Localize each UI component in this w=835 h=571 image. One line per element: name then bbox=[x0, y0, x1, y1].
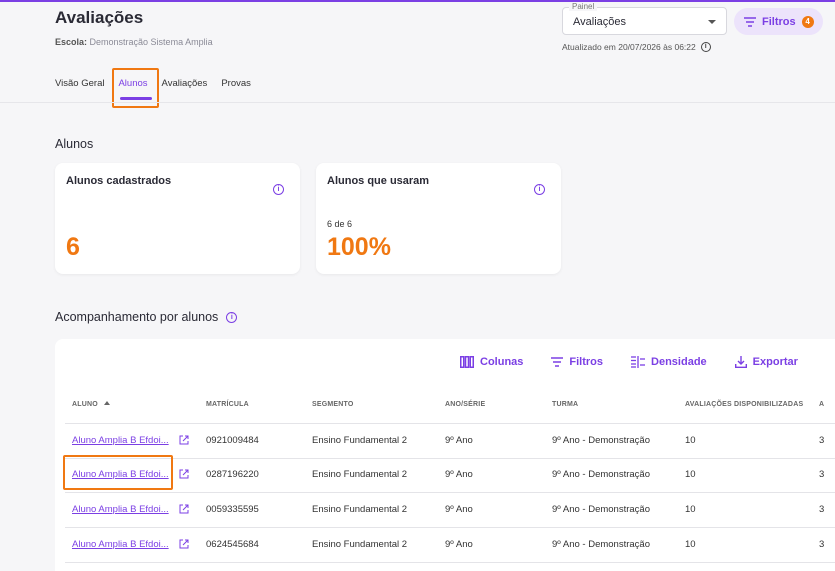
info-icon[interactable]: i bbox=[273, 184, 284, 195]
table-filters-button[interactable]: Filtros bbox=[551, 356, 603, 368]
row-divider bbox=[65, 458, 835, 459]
school-value: Demonstração Sistema Amplia bbox=[89, 37, 213, 47]
column-header-turma[interactable]: TURMA bbox=[552, 401, 578, 408]
table-toolbar: Colunas Filtros Densidade Exportar bbox=[460, 356, 798, 368]
card-alunos-que-usaram: Alunos que usaram i 6 de 6 100% bbox=[316, 163, 561, 274]
card-alunos-cadastrados: Alunos cadastrados i 6 bbox=[55, 163, 300, 274]
turma-cell: 9º Ano - Demonstração bbox=[552, 539, 650, 550]
avaliacoes-cell: 10 bbox=[685, 539, 696, 550]
card-title: Alunos que usaram bbox=[327, 175, 430, 187]
export-label: Exportar bbox=[752, 356, 798, 368]
extra-cell: 3 bbox=[819, 504, 825, 515]
matricula-cell: 0059335595 bbox=[206, 504, 259, 515]
columns-icon bbox=[460, 356, 474, 368]
filters-count-badge: 4 bbox=[801, 15, 814, 28]
segmento-cell: Ensino Fundamental 2 bbox=[312, 504, 408, 515]
columns-label: Colunas bbox=[480, 356, 524, 368]
ano-cell: 9º Ano bbox=[445, 469, 473, 480]
row-divider bbox=[65, 562, 835, 563]
external-link-icon[interactable] bbox=[179, 539, 189, 549]
avaliacoes-cell: 10 bbox=[685, 435, 696, 446]
column-header-matricula[interactable]: MATRÍCULA bbox=[206, 401, 249, 408]
external-link-icon[interactable] bbox=[179, 504, 189, 514]
extra-cell: 3 bbox=[819, 539, 825, 550]
info-icon[interactable]: i bbox=[534, 184, 545, 195]
extra-cell: 3 bbox=[819, 469, 825, 480]
ano-cell: 9º Ano bbox=[445, 504, 473, 515]
panel-select-value: Avaliações bbox=[573, 16, 626, 28]
column-header-segmento[interactable]: SEGMENTO bbox=[312, 401, 354, 408]
segmento-cell: Ensino Fundamental 2 bbox=[312, 539, 408, 550]
tab-provas[interactable]: Provas bbox=[221, 78, 251, 89]
column-header-ano-serie[interactable]: ANO/SÉRIE bbox=[445, 401, 485, 408]
top-accent-line bbox=[0, 0, 835, 2]
external-link-icon[interactable] bbox=[179, 435, 189, 445]
card-value: 100% bbox=[327, 233, 391, 261]
panel-select-label: Painel bbox=[569, 2, 598, 11]
avaliacoes-cell: 10 bbox=[685, 504, 696, 515]
export-button[interactable]: Exportar bbox=[734, 356, 798, 368]
school-info: Escola: Demonstração Sistema Amplia bbox=[55, 37, 213, 47]
row-divider bbox=[65, 492, 835, 493]
download-icon bbox=[734, 356, 747, 368]
turma-cell: 9º Ano - Demonstração bbox=[552, 469, 650, 480]
filter-icon bbox=[551, 357, 564, 367]
filters-button-label: Filtros bbox=[762, 15, 796, 28]
turma-cell: 9º Ano - Demonstração bbox=[552, 504, 650, 515]
filters-label: Filtros bbox=[569, 356, 604, 368]
external-link-icon[interactable] bbox=[179, 469, 189, 479]
ano-cell: 9º Ano bbox=[445, 435, 473, 446]
student-name-link[interactable]: Aluno Amplia B Efdoi... bbox=[72, 539, 169, 550]
section-title-acompanhamento: Acompanhamento por alunos i bbox=[55, 310, 238, 324]
section-title-alunos: Alunos bbox=[55, 137, 94, 151]
tabs-bar: Visão Geral Alunos Avaliações Provas bbox=[55, 78, 265, 89]
sort-ascending-icon bbox=[103, 401, 110, 405]
row-divider bbox=[65, 527, 835, 528]
columns-button[interactable]: Colunas bbox=[460, 356, 523, 368]
info-icon[interactable]: i bbox=[226, 311, 238, 323]
tab-avaliacoes[interactable]: Avaliações bbox=[162, 78, 208, 89]
column-header-avaliacoes[interactable]: AVALIAÇÕES DISPONIBILIZADAS bbox=[685, 401, 803, 408]
highlight-box-student-link bbox=[63, 455, 173, 490]
matricula-cell: 0921009484 bbox=[206, 435, 259, 446]
school-label: Escola: bbox=[55, 37, 88, 47]
updated-text: Atualizado em 20/07/2026 às 06:22 bbox=[562, 42, 696, 52]
chevron-down-icon bbox=[708, 20, 716, 24]
row-divider bbox=[65, 423, 835, 424]
panel-select[interactable]: Painel Avaliações bbox=[562, 2, 727, 35]
page-title: Avaliações bbox=[55, 8, 144, 27]
column-header-aluno[interactable]: ALUNO bbox=[72, 401, 110, 408]
filter-icon bbox=[744, 16, 756, 27]
ano-cell: 9º Ano bbox=[445, 539, 473, 550]
turma-cell: 9º Ano - Demonstração bbox=[552, 435, 650, 446]
density-button[interactable]: Densidade bbox=[631, 356, 707, 368]
section-title-text: Acompanhamento por alunos bbox=[55, 310, 219, 324]
segmento-cell: Ensino Fundamental 2 bbox=[312, 469, 408, 480]
matricula-cell: 0624545684 bbox=[206, 539, 259, 550]
info-icon[interactable]: i bbox=[700, 42, 711, 52]
student-name-link[interactable]: Aluno Amplia B Efdoi... bbox=[72, 504, 169, 515]
density-icon bbox=[631, 356, 646, 368]
filters-button[interactable]: Filtros 4 bbox=[734, 8, 823, 35]
column-header-extra[interactable]: A bbox=[819, 401, 824, 408]
tab-visao-geral[interactable]: Visão Geral bbox=[55, 78, 104, 89]
matricula-cell: 0287196220 bbox=[206, 469, 259, 480]
tabs-divider bbox=[0, 102, 835, 103]
segmento-cell: Ensino Fundamental 2 bbox=[312, 435, 408, 446]
card-subtext: 6 de 6 bbox=[327, 219, 353, 229]
density-label: Densidade bbox=[651, 356, 707, 368]
card-title: Alunos cadastrados bbox=[66, 175, 172, 187]
student-name-link[interactable]: Aluno Amplia B Efdoi... bbox=[72, 435, 169, 446]
updated-info: Atualizado em 20/07/2026 às 06:22 i bbox=[562, 42, 711, 52]
card-value: 6 bbox=[66, 233, 80, 261]
extra-cell: 3 bbox=[819, 435, 825, 446]
avaliacoes-cell: 10 bbox=[685, 469, 696, 480]
